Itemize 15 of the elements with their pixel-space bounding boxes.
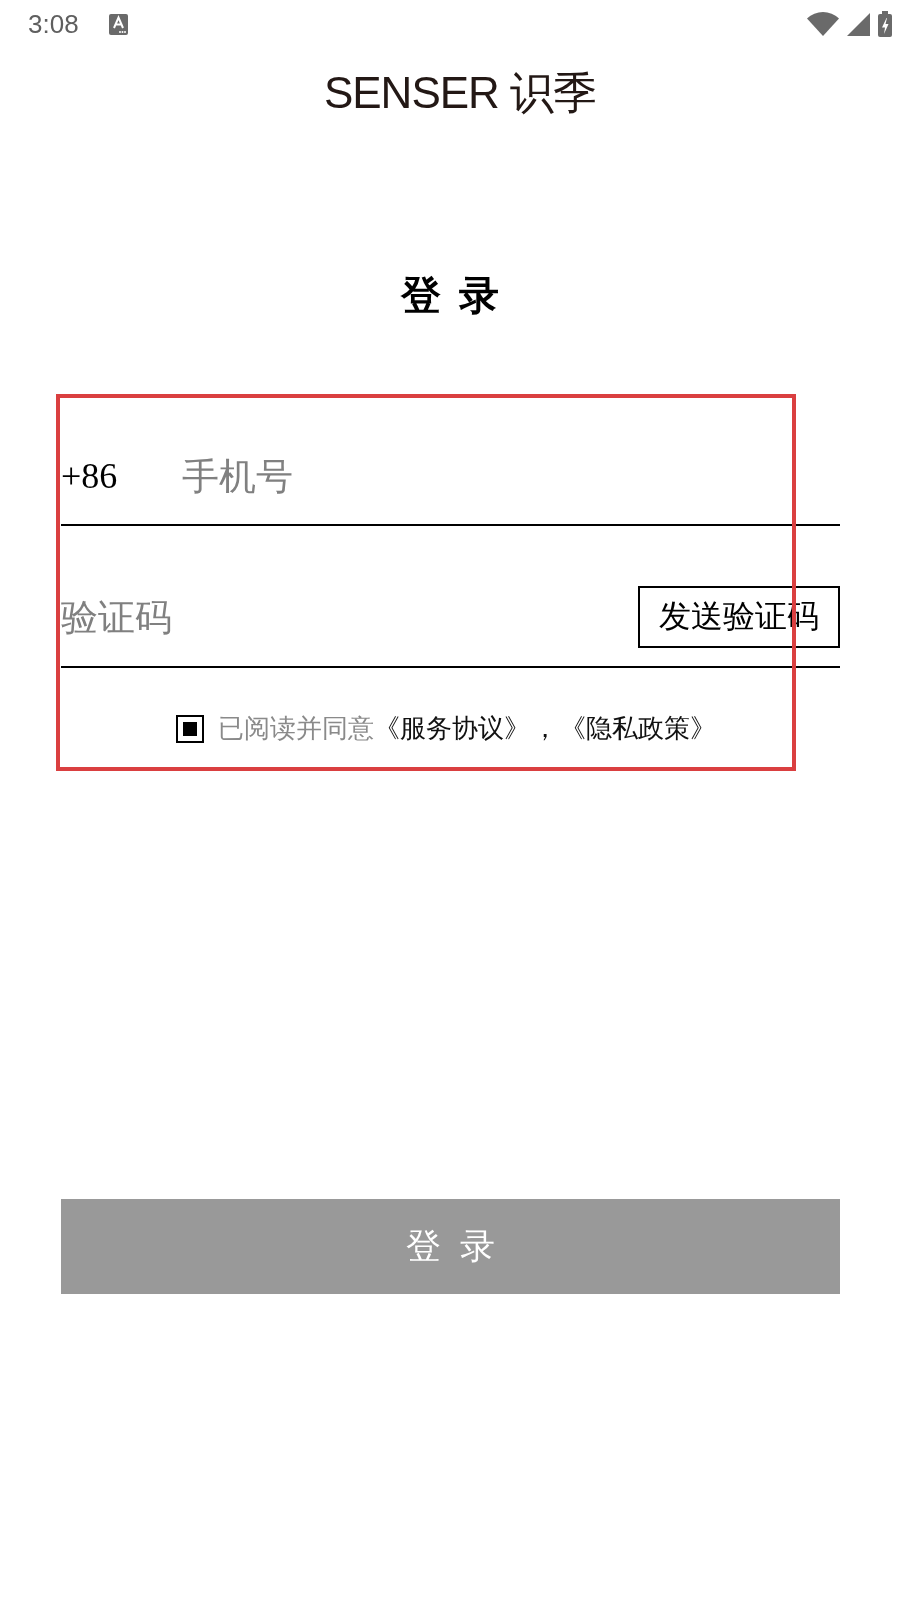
wifi-icon bbox=[807, 12, 839, 36]
privacy-policy-link[interactable]: 《隐私政策》 bbox=[559, 714, 716, 744]
text-tile-icon bbox=[108, 13, 128, 35]
separator-text: ， bbox=[531, 714, 558, 744]
agreement-text: 已阅读并同意 bbox=[217, 714, 374, 744]
country-code[interactable]: +86 bbox=[61, 451, 182, 501]
signal-icon bbox=[847, 12, 870, 36]
phone-input[interactable]: 手机号 bbox=[182, 451, 840, 501]
verification-code-input[interactable]: 验证码 bbox=[61, 592, 638, 642]
brand-logo: SENSER 识季 bbox=[322, 70, 597, 116]
battery-charging-icon bbox=[878, 11, 892, 37]
page-title: 登 录 bbox=[401, 272, 499, 320]
status-time: 3:08 bbox=[28, 11, 79, 37]
agreement-checkbox[interactable] bbox=[175, 715, 204, 743]
service-agreement-link[interactable]: 《服务协议》 bbox=[373, 714, 530, 744]
